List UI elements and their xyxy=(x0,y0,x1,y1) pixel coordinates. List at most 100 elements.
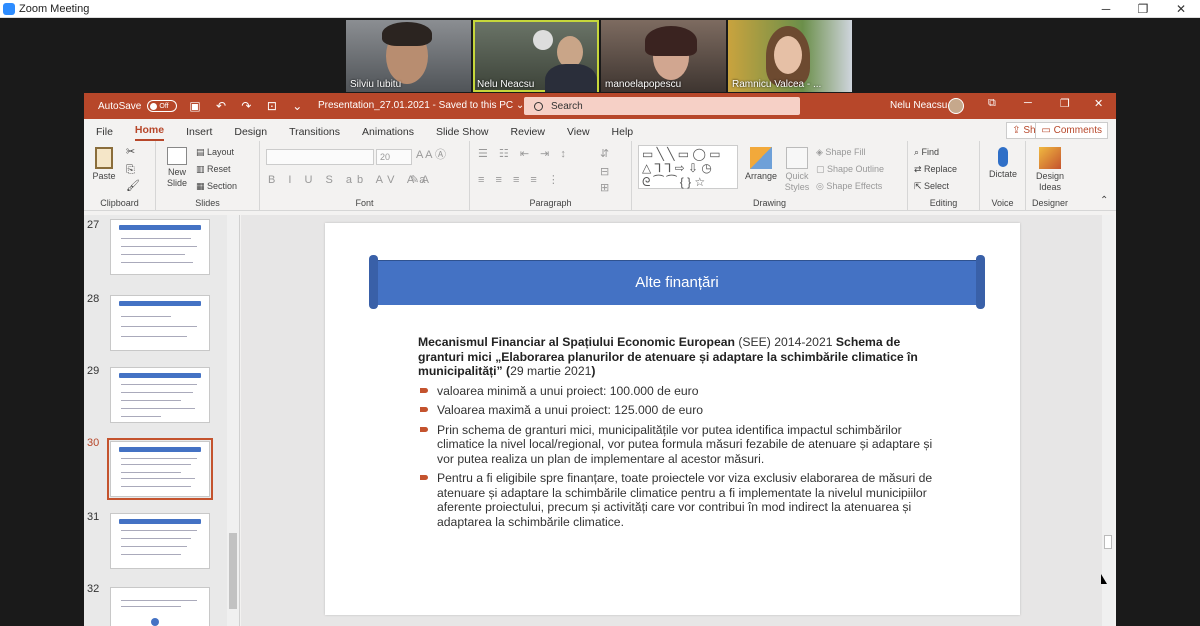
voice-group: Dictate Voice xyxy=(980,141,1026,211)
participant-name: manoelapopescu xyxy=(605,79,682,90)
reset-button[interactable]: ▥ Reset xyxy=(196,164,231,175)
scrollbar-thumb[interactable] xyxy=(1104,535,1112,549)
thumb-line xyxy=(121,538,191,539)
participant-tile[interactable]: Silviu Iubitu xyxy=(346,20,471,92)
cut-icon[interactable]: ✂ xyxy=(126,147,135,158)
list-buttons[interactable]: ☰ ☷ ⇤ ⇥ ↕ xyxy=(478,149,570,160)
tab-transitions[interactable]: Transitions xyxy=(289,126,340,141)
tab-slide-show[interactable]: Slide Show xyxy=(436,126,489,141)
quick-access-toolbar[interactable]: ▣ ↶ ↷ ⊡ ⌄ xyxy=(189,99,308,113)
tab-view[interactable]: View xyxy=(567,126,590,141)
shapes-gallery[interactable]: ▭ ╲ ╲ ▭ ◯ ▭ △ ⅂ ⅂ ⇨ ⇩ ◷ ᘓ ⁀ ⁀ { } ☆ xyxy=(638,145,738,189)
tab-review[interactable]: Review xyxy=(511,126,545,141)
thumb-title-bar xyxy=(119,301,201,306)
thumb-line xyxy=(121,606,181,607)
slide-thumbnail-selected[interactable] xyxy=(107,438,213,500)
tab-file[interactable]: File xyxy=(96,126,113,141)
minimize-button[interactable]: ─ xyxy=(1087,0,1125,18)
canvas-scrollbar[interactable] xyxy=(1102,215,1114,626)
slide-thumbnail[interactable] xyxy=(110,587,210,626)
participant-tile[interactable]: manoelapopescu xyxy=(601,20,726,92)
collapse-ribbon-icon[interactable]: ⌃ xyxy=(1100,195,1108,206)
arrange-button[interactable]: Arrange xyxy=(744,147,778,182)
new-slide-button[interactable]: New Slide xyxy=(162,147,192,189)
minimize-button[interactable]: ─ xyxy=(1024,97,1032,109)
shape-effects-button[interactable]: ◎ Shape Effects xyxy=(816,181,882,192)
document-title[interactable]: Presentation_27.01.2021 - Saved to this … xyxy=(318,100,524,111)
slide-thumbnail-pane: 27 28 29 30 31 32 xyxy=(84,215,240,626)
thumb-line xyxy=(121,246,197,247)
tab-insert[interactable]: Insert xyxy=(186,126,212,141)
slide-thumbnail[interactable] xyxy=(110,367,210,423)
thumb-line xyxy=(121,262,193,263)
participant-video xyxy=(645,26,697,56)
find-button[interactable]: ⌕ Find xyxy=(914,147,939,158)
bullet-item: valoarea minimă a unui proiect: 100.000 … xyxy=(418,384,943,399)
thumb-line xyxy=(121,464,191,465)
font-name-select[interactable] xyxy=(266,149,374,165)
participant-tile-active-speaker[interactable]: Nelu Neacsu xyxy=(473,20,599,92)
avatar[interactable] xyxy=(948,98,964,114)
comments-button[interactable]: ▭ Comments xyxy=(1035,122,1108,139)
design-ideas-button[interactable]: Design Ideas xyxy=(1030,147,1070,193)
maximize-button[interactable]: ❐ xyxy=(1124,0,1162,18)
slide-thumbnail[interactable] xyxy=(110,219,210,275)
thumb-line xyxy=(121,600,197,601)
copy-icon[interactable]: ⎘ xyxy=(126,165,135,176)
align-buttons[interactable]: ≡ ≡ ≡ ≡ ⋮ xyxy=(478,175,563,186)
autosave-label: AutoSave xyxy=(98,100,142,112)
replace-button[interactable]: ⇄ Replace xyxy=(914,164,957,175)
search-icon xyxy=(534,101,543,111)
editing-group: ⌕ Find ⇄ Replace ⇱ Select Editing xyxy=(908,141,980,211)
tab-design[interactable]: Design xyxy=(234,126,267,141)
participant-tile[interactable]: Ramnicu Valcea - ... xyxy=(728,20,852,92)
slide-thumbnail[interactable] xyxy=(110,295,210,351)
autosave-toggle[interactable]: Off xyxy=(147,100,178,112)
mouse-cursor xyxy=(1101,574,1107,584)
font-size-select[interactable]: 20 xyxy=(376,149,412,165)
user-name[interactable]: Nelu Neacsu xyxy=(890,100,947,111)
slide-thumbnail[interactable] xyxy=(110,513,210,569)
tab-animations[interactable]: Animations xyxy=(362,126,414,141)
thumb-line xyxy=(121,408,195,409)
font-group: 20 A A Ⓐ B I U S ab AV Aa ✎ A Font xyxy=(260,141,470,211)
slide-number: 27 xyxy=(87,219,100,231)
font-color-icon[interactable]: ✎ A xyxy=(410,175,429,186)
select-button[interactable]: ⇱ Select xyxy=(914,181,949,192)
zoom-titlebar: Zoom Meeting ─ ❐ ✕ xyxy=(0,0,1200,18)
dictate-button[interactable]: Dictate xyxy=(986,147,1020,180)
voice-label: Voice xyxy=(991,198,1014,208)
quick-styles-icon xyxy=(786,147,808,169)
close-button[interactable]: ✕ xyxy=(1162,0,1200,18)
current-slide[interactable]: Alte finanțări Mecanismul Financiar al S… xyxy=(325,223,1020,615)
format-painter-icon[interactable]: 🖌 xyxy=(126,181,140,192)
participant-name: Nelu Neacsu xyxy=(477,79,535,90)
align-text-icon[interactable]: ⊟ xyxy=(600,167,609,178)
smartart-icon[interactable]: ⊞ xyxy=(600,183,609,194)
thumb-line xyxy=(121,400,181,401)
slide-intro: Mecanismul Financiar al Spațiului Econom… xyxy=(418,335,943,379)
dictate-label: Dictate xyxy=(988,169,1017,179)
search-box[interactable]: Search xyxy=(524,97,800,115)
scrollbar-thumb[interactable] xyxy=(229,533,237,609)
section-button[interactable]: ▦ Section xyxy=(196,181,237,192)
shape-fill-button[interactable]: ◈ Shape Fill xyxy=(816,147,865,158)
arrange-icon xyxy=(750,147,772,169)
thumb-title-bar xyxy=(119,225,201,230)
close-button[interactable]: ✕ xyxy=(1094,97,1103,110)
shape-outline-button[interactable]: ▢ Shape Outline xyxy=(816,164,884,175)
ribbon: Paste ✂ ⎘ 🖌 Clipboard New Slide ▤ Layout… xyxy=(84,141,1116,211)
thumbnail-scrollbar[interactable] xyxy=(227,215,239,626)
ribbon-display-options-icon[interactable]: ⧉ xyxy=(988,97,996,110)
paste-button[interactable]: Paste xyxy=(90,147,118,182)
text-direction-icon[interactable]: ⇵ xyxy=(600,149,609,160)
font-format-buttons[interactable]: B I U S ab AV Aa xyxy=(268,175,430,186)
layout-button[interactable]: ▤ Layout xyxy=(196,147,234,158)
restore-button[interactable]: ❐ xyxy=(1060,97,1070,110)
quick-styles-button[interactable]: Quick Styles xyxy=(782,147,812,193)
grow-font-icon[interactable]: A A Ⓐ xyxy=(416,150,446,161)
document-name: Presentation_27.01.2021 - Saved to this … xyxy=(318,100,514,111)
reset-label: Reset xyxy=(207,164,231,174)
tab-help[interactable]: Help xyxy=(612,126,634,141)
tab-home[interactable]: Home xyxy=(134,124,165,141)
